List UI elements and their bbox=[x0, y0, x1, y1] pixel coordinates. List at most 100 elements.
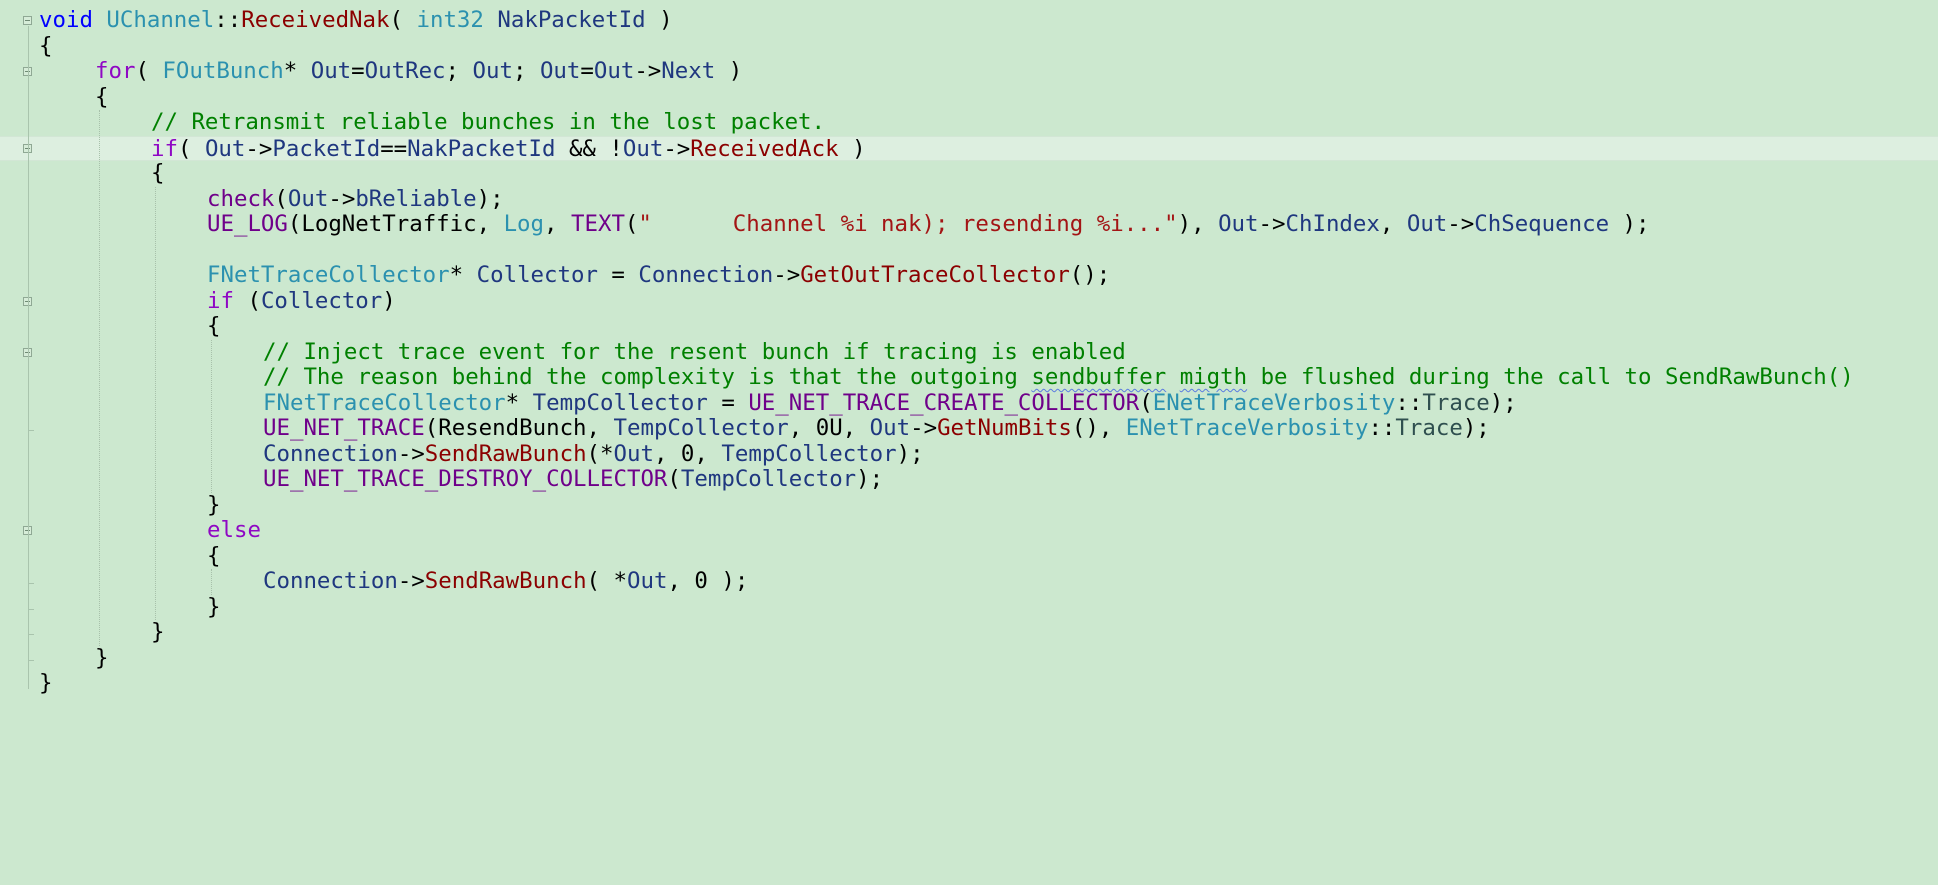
code-line[interactable]: Connection->SendRawBunch( *Out, 0 ); bbox=[0, 568, 1938, 595]
code-token: Log bbox=[503, 211, 545, 237]
code-token: UE_NET_TRACE_DESTROY_COLLECTOR bbox=[263, 466, 668, 492]
code-token: TempCollector bbox=[721, 440, 897, 467]
code-token: (* bbox=[586, 440, 614, 467]
code-line[interactable]: Connection->SendRawBunch(*Out, 0, TempCo… bbox=[0, 440, 1938, 468]
code-token: UE_NET_TRACE_CREATE_COLLECTOR bbox=[748, 389, 1140, 416]
code-line[interactable]: UE_NET_TRACE(ResendBunch, TempCollector,… bbox=[0, 415, 1938, 442]
code-token: Collector bbox=[476, 262, 598, 288]
code-token: ( bbox=[389, 7, 417, 33]
code-token: == bbox=[380, 135, 408, 162]
code-line[interactable]: } bbox=[0, 594, 1938, 621]
code-token: ; bbox=[512, 58, 540, 84]
code-token: Out bbox=[622, 135, 664, 162]
code-token: , bbox=[544, 211, 571, 237]
outline-tick bbox=[28, 659, 34, 661]
code-token: FOutBunch bbox=[162, 58, 284, 84]
code-token: Connection bbox=[263, 440, 398, 467]
code-text: if (Collector) bbox=[207, 288, 396, 315]
code-token: (LogNetTraffic, bbox=[287, 211, 504, 237]
code-line[interactable]: // The reason behind the complexity is t… bbox=[0, 364, 1938, 391]
code-token: && ! bbox=[555, 135, 623, 162]
code-token: for bbox=[95, 58, 136, 84]
code-token: * bbox=[505, 389, 533, 416]
code-token: , 0U, bbox=[788, 415, 870, 441]
code-token: ); bbox=[1462, 415, 1490, 441]
code-line[interactable]: // Inject trace event for the resent bun… bbox=[0, 339, 1938, 366]
code-token: (); bbox=[1069, 262, 1111, 288]
indent-guide bbox=[211, 339, 212, 493]
code-line[interactable]: } bbox=[0, 670, 1938, 697]
code-line[interactable]: { bbox=[0, 543, 1938, 570]
collapse-icon[interactable] bbox=[23, 16, 32, 25]
code-text: UE_LOG(LogNetTraffic, Log, TEXT(" Channe… bbox=[207, 211, 1650, 238]
code-text: check(Out->bReliable); bbox=[207, 185, 504, 213]
code-token: ENetTraceVerbosity bbox=[1152, 389, 1396, 416]
code-line[interactable]: } bbox=[0, 619, 1938, 646]
code-text: } bbox=[95, 645, 108, 672]
code-token: } bbox=[39, 670, 53, 696]
code-token: OutRec bbox=[364, 58, 446, 84]
code-token: Out bbox=[627, 568, 668, 594]
indent-guide bbox=[155, 186, 156, 620]
code-editor[interactable]: void UChannel::ReceivedNak( int32 NakPac… bbox=[0, 0, 1938, 885]
code-line[interactable]: // Retransmit reliable bunches in the lo… bbox=[0, 109, 1938, 136]
code-line[interactable]: for( FOutBunch* Out=OutRec; Out; Out=Out… bbox=[0, 58, 1938, 85]
code-line[interactable]: { bbox=[0, 84, 1938, 111]
code-token: = bbox=[580, 58, 594, 84]
code-text: { bbox=[95, 84, 108, 111]
code-token: be flushed during the call to SendRawBun… bbox=[1247, 364, 1854, 390]
code-line[interactable]: UE_NET_TRACE_DESTROY_COLLECTOR(TempColle… bbox=[0, 466, 1938, 493]
code-token: SendRawBunch bbox=[424, 440, 587, 467]
code-text: } bbox=[207, 491, 221, 519]
code-token: ENetTraceVerbosity bbox=[1125, 415, 1369, 441]
code-token: // The reason behind the complexity is t… bbox=[263, 364, 1032, 390]
code-text: UE_NET_TRACE_DESTROY_COLLECTOR(TempColle… bbox=[263, 466, 883, 493]
code-token: -> bbox=[245, 135, 273, 162]
code-text: Connection->SendRawBunch(*Out, 0, TempCo… bbox=[263, 440, 924, 468]
code-line[interactable]: if( Out->PacketId==NakPacketId && !Out->… bbox=[0, 135, 1938, 162]
code-token: SendRawBunch bbox=[424, 568, 587, 594]
code-line[interactable]: { bbox=[0, 313, 1938, 340]
code-token: Out bbox=[1218, 211, 1259, 237]
code-token: Out bbox=[204, 135, 246, 162]
code-token: Connection bbox=[263, 568, 398, 594]
code-line[interactable]: { bbox=[0, 160, 1938, 187]
code-token: , bbox=[1379, 211, 1407, 237]
code-line[interactable]: } bbox=[0, 645, 1938, 672]
code-token: ChSequence bbox=[1474, 211, 1610, 237]
code-line[interactable]: if (Collector) bbox=[0, 288, 1938, 315]
code-text: FNetTraceCollector* TempCollector = UE_N… bbox=[263, 389, 1517, 417]
code-line[interactable]: UE_LOG(LogNetTraffic, Log, TEXT(" Channe… bbox=[0, 211, 1938, 238]
code-line[interactable]: else bbox=[0, 517, 1938, 544]
code-line[interactable]: } bbox=[0, 491, 1938, 519]
code-token: Out bbox=[593, 58, 635, 84]
code-token: * bbox=[449, 262, 477, 288]
code-token: TempCollector bbox=[532, 389, 708, 416]
code-token: Out bbox=[287, 185, 329, 212]
code-text: } bbox=[39, 670, 53, 697]
code-token: Out bbox=[310, 58, 352, 84]
code-line[interactable]: void UChannel::ReceivedNak( int32 NakPac… bbox=[0, 7, 1938, 34]
code-token: } bbox=[207, 491, 221, 518]
code-token: Trace bbox=[1422, 389, 1490, 416]
code-token: ( bbox=[667, 466, 681, 492]
code-line[interactable]: { bbox=[0, 33, 1938, 60]
indent-guide bbox=[99, 110, 100, 646]
code-token: bReliable bbox=[355, 185, 477, 212]
code-line[interactable] bbox=[0, 238, 1938, 264]
code-line[interactable]: FNetTraceCollector* Collector = Connecti… bbox=[0, 262, 1938, 289]
code-line[interactable]: FNetTraceCollector* TempCollector = UE_N… bbox=[0, 389, 1938, 417]
code-token: { bbox=[151, 160, 165, 186]
code-token: Out bbox=[472, 58, 513, 84]
code-token: TempCollector bbox=[613, 415, 789, 441]
code-text: for( FOutBunch* Out=OutRec; Out; Out=Out… bbox=[95, 58, 742, 85]
code-text: } bbox=[151, 619, 164, 646]
code-token: migth bbox=[1179, 364, 1248, 390]
code-token: ( bbox=[624, 211, 639, 237]
code-line[interactable]: check(Out->bReliable); bbox=[0, 185, 1938, 213]
code-token: TEXT bbox=[571, 211, 625, 237]
code-token: TempCollector bbox=[680, 466, 857, 492]
code-token: ( bbox=[274, 185, 288, 212]
code-token: if bbox=[151, 135, 178, 162]
